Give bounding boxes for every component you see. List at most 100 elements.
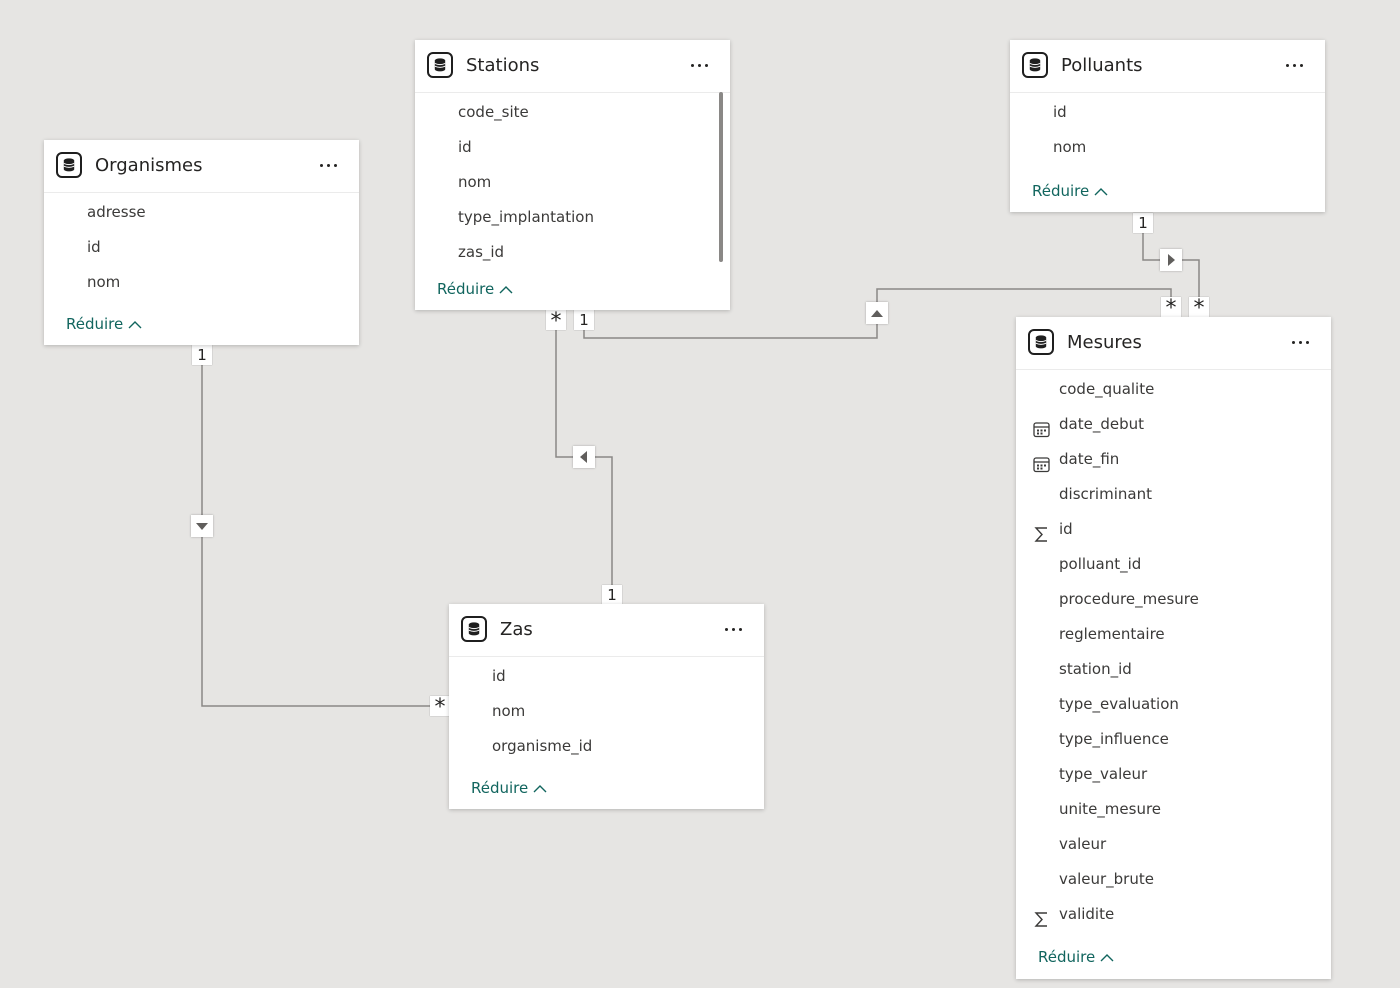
field-name: procedure_mesure (1059, 590, 1199, 608)
collapse-button[interactable]: Réduire (471, 779, 547, 797)
field-name: date_debut (1059, 415, 1144, 433)
field-row[interactable]: organisme_id (449, 729, 764, 764)
cardinality-many-zas-organisme: * (430, 696, 450, 720)
collapse-label: Réduire (437, 280, 495, 298)
more-options-button[interactable] (317, 152, 343, 178)
collapse-label: Réduire (1038, 948, 1096, 966)
field-row[interactable]: validite (1016, 897, 1331, 932)
field-row[interactable]: id (449, 659, 764, 694)
relationship-line-organismes-zas (201, 345, 440, 707)
collapse-label: Réduire (1032, 182, 1090, 200)
field-name: id (1059, 520, 1073, 538)
collapse-button[interactable]: Réduire (1032, 182, 1108, 200)
table-header[interactable]: Mesures (1016, 317, 1331, 370)
field-name: adresse (87, 203, 146, 221)
filter-direction-arrow-up[interactable] (866, 302, 888, 324)
collapse-button[interactable]: Réduire (437, 280, 513, 298)
table-icon (461, 616, 487, 642)
cardinality-many-mesures-polluant: * (1189, 297, 1209, 321)
cardinality-one-zas: 1 (602, 585, 622, 605)
collapse-button[interactable]: Réduire (1038, 948, 1114, 966)
more-options-button[interactable] (688, 52, 714, 78)
field-name: type_valeur (1059, 765, 1148, 783)
field-row[interactable]: id (1016, 512, 1331, 547)
table-card-stations[interactable]: Stations code_site id nom type_implantat… (415, 40, 730, 310)
field-name: valeur_brute (1059, 870, 1154, 888)
chevron-up-icon (128, 321, 142, 329)
table-header[interactable]: Zas (449, 604, 764, 657)
filter-direction-arrow-left[interactable] (573, 446, 595, 468)
field-name: valeur (1059, 835, 1107, 853)
collapse-button[interactable]: Réduire (66, 315, 142, 333)
field-row[interactable]: valeur (1016, 827, 1331, 862)
field-name: nom (492, 702, 526, 720)
field-name: reglementaire (1059, 625, 1165, 643)
sigma-icon (1033, 521, 1050, 542)
field-row[interactable]: polluant_id (1016, 547, 1331, 582)
chevron-up-icon (533, 785, 547, 793)
field-row[interactable]: nom (415, 165, 730, 200)
field-name: nom (87, 273, 121, 291)
table-card-zas[interactable]: Zas id nom organisme_id Réduire (449, 604, 764, 809)
chevron-up-icon (1094, 188, 1108, 196)
field-row[interactable]: date_fin (1016, 442, 1331, 477)
field-name: nom (1053, 138, 1087, 156)
field-name: zas_id (458, 243, 505, 261)
field-name: date_fin (1059, 450, 1120, 468)
field-row[interactable]: type_influence (1016, 722, 1331, 757)
cardinality-many-mesures-station: * (1161, 297, 1181, 321)
field-row[interactable]: id (44, 230, 359, 265)
field-row[interactable]: valeur_brute (1016, 862, 1331, 897)
field-name: discriminant (1059, 485, 1152, 503)
field-row[interactable]: id (415, 130, 730, 165)
field-row[interactable]: unite_mesure (1016, 792, 1331, 827)
field-name: id (492, 667, 506, 685)
table-header[interactable]: Stations (415, 40, 730, 93)
field-name: id (87, 238, 101, 256)
field-name: code_qualite (1059, 380, 1155, 398)
chevron-up-icon (499, 286, 513, 294)
model-canvas: 1 * * 1 1 * 1 * Organismes adresse id no… (0, 0, 1400, 988)
table-title: Mesures (1067, 332, 1142, 353)
filter-direction-arrow-right[interactable] (1160, 249, 1182, 271)
collapse-label: Réduire (66, 315, 124, 333)
field-name: station_id (1059, 660, 1132, 678)
table-header[interactable]: Polluants (1010, 40, 1325, 93)
field-row[interactable]: nom (44, 265, 359, 300)
field-row[interactable]: nom (449, 694, 764, 729)
more-options-button[interactable] (1289, 329, 1315, 355)
field-name: type_implantation (458, 208, 594, 226)
field-row[interactable]: station_id (1016, 652, 1331, 687)
field-row[interactable]: type_evaluation (1016, 687, 1331, 722)
field-row[interactable]: procedure_mesure (1016, 582, 1331, 617)
field-row[interactable]: type_valeur (1016, 757, 1331, 792)
field-row[interactable]: discriminant (1016, 477, 1331, 512)
table-card-organismes[interactable]: Organismes adresse id nom Réduire (44, 140, 359, 345)
field-name: polluant_id (1059, 555, 1142, 573)
field-row[interactable]: date_debut (1016, 407, 1331, 442)
table-card-mesures[interactable]: Mesures code_qualite date_debut date_findi… (1016, 317, 1331, 979)
calendar-icon (1033, 451, 1050, 473)
table-card-polluants[interactable]: Polluants id nom Réduire (1010, 40, 1325, 212)
more-options-button[interactable] (1283, 52, 1309, 78)
cardinality-one-stations: 1 (574, 310, 594, 330)
field-row[interactable]: id (1010, 95, 1325, 130)
field-name: id (1053, 103, 1067, 121)
calendar-icon (1033, 416, 1050, 438)
field-name: code_site (458, 103, 529, 121)
field-row[interactable]: nom (1010, 130, 1325, 165)
chevron-up-icon (1100, 954, 1114, 962)
filter-direction-arrow-down[interactable] (191, 515, 213, 537)
table-header[interactable]: Organismes (44, 140, 359, 193)
table-icon (56, 152, 82, 178)
table-title: Polluants (1061, 55, 1143, 76)
more-options-button[interactable] (722, 616, 748, 642)
field-row[interactable]: zas_id (415, 235, 730, 270)
field-row[interactable]: reglementaire (1016, 617, 1331, 652)
field-row[interactable]: type_implantation (415, 200, 730, 235)
field-name: validite (1059, 905, 1115, 923)
field-row[interactable]: code_site (415, 95, 730, 130)
field-row[interactable]: code_qualite (1016, 372, 1331, 407)
table-title: Organismes (95, 155, 203, 176)
field-row[interactable]: adresse (44, 195, 359, 230)
